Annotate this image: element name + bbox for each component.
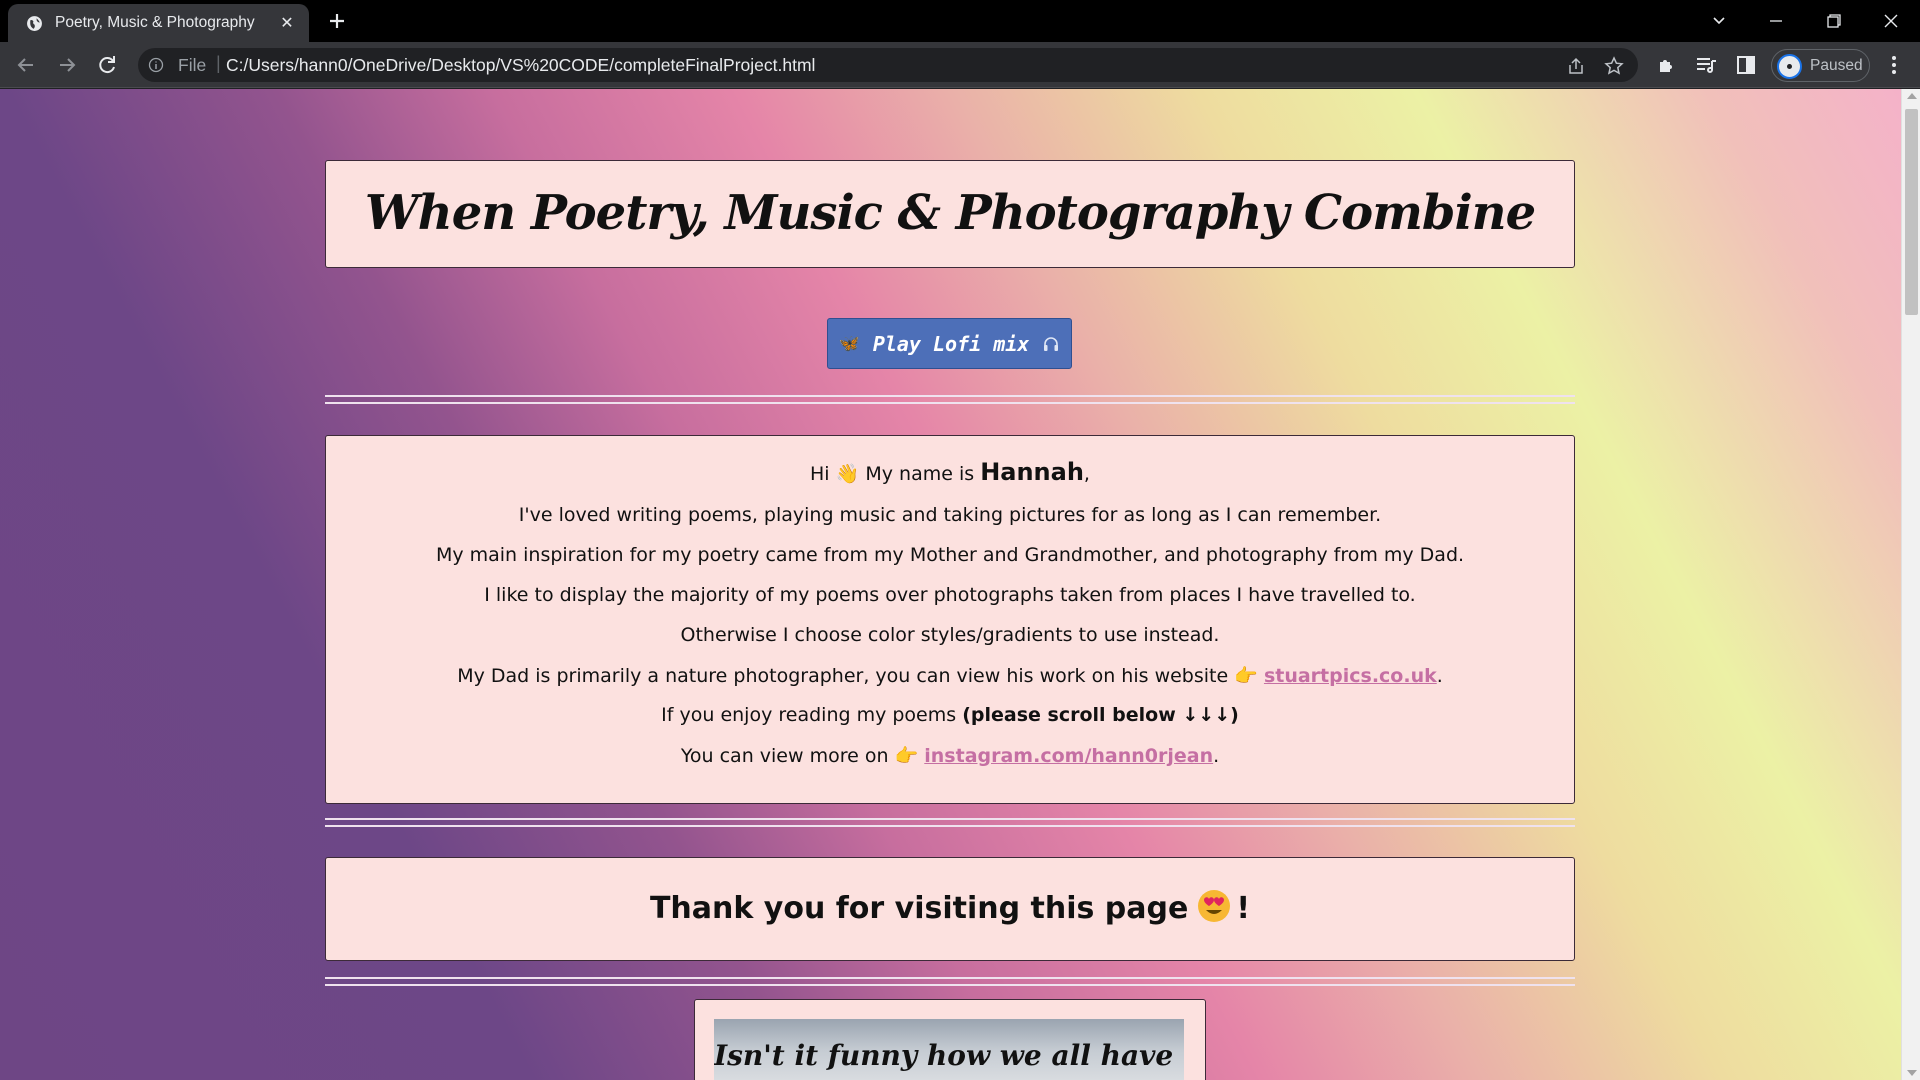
kebab-menu-icon[interactable]: [1884, 54, 1904, 76]
thanks-text: Thank you for visiting this page: [649, 891, 1189, 926]
header-box: When Poetry, Music & Photography Combine: [325, 160, 1575, 268]
tab-title: Poetry, Music & Photography: [55, 14, 255, 31]
dad-website-period: .: [1436, 665, 1443, 687]
forward-arrow-icon[interactable]: [55, 53, 79, 77]
browser-tab[interactable]: Poetry, Music & Photography ✕: [8, 4, 309, 42]
intro-line-gradients: Otherwise I choose color styles/gradient…: [680, 624, 1220, 646]
scroll-text: If you enjoy reading my poems: [661, 704, 957, 726]
instagram-period: .: [1213, 745, 1220, 767]
share-icon[interactable]: [1566, 56, 1586, 76]
heart-eyes-face-icon: [1198, 890, 1231, 922]
profile-status: Paused: [1810, 57, 1863, 74]
play-button-label: Play Lofi mix: [872, 332, 1030, 356]
scroll-hint: (please scroll below ↓↓↓): [962, 704, 1239, 726]
poem-caption: Isn't it funny how we all have the: [714, 1039, 1184, 1072]
intro-line-loves: I've loved writing poems, playing music …: [518, 504, 1382, 526]
intro-box: Hi 👋 My name is Hannah, I've loved writi…: [325, 435, 1575, 804]
address-bar[interactable]: File | C:/Users/hann0/OneDrive/Desktop/V…: [138, 48, 1638, 82]
url-separator: |: [216, 53, 221, 73]
headphones-icon: [1044, 337, 1059, 351]
play-button-content: 🦋 Play Lofi mix: [828, 332, 1071, 356]
play-lofi-button[interactable]: 🦋 Play Lofi mix: [827, 318, 1072, 369]
restore-icon[interactable]: [1819, 8, 1847, 34]
waving-hand-icon: 👋: [835, 463, 860, 485]
scroll-up-arrow-icon[interactable]: [1907, 93, 1917, 99]
tab-search-icon[interactable]: [1705, 8, 1733, 34]
poem-photo: Isn't it funny how we all have the: [714, 1019, 1184, 1080]
extensions-puzzle-icon[interactable]: [1656, 54, 1678, 76]
scrollbar-thumb[interactable]: [1905, 109, 1918, 315]
back-arrow-icon[interactable]: [14, 53, 38, 77]
greeting-mid: My name is: [865, 463, 975, 485]
butterfly-icon: 🦋: [838, 334, 860, 354]
reload-icon[interactable]: [95, 53, 119, 77]
page-scrollbar[interactable]: [1901, 89, 1920, 1080]
intro-line-scroll: If you enjoy reading my poems (please sc…: [326, 704, 1574, 726]
greeting-comma: ,: [1083, 463, 1090, 485]
author-name: Hannah: [980, 458, 1084, 486]
profile-avatar: [1777, 54, 1802, 79]
media-controls-icon[interactable]: [1695, 54, 1717, 76]
url-scheme-label: File: [178, 55, 207, 75]
close-window-icon[interactable]: [1877, 8, 1905, 34]
info-icon[interactable]: [148, 57, 164, 73]
page-viewport: When Poetry, Music & Photography Combine…: [0, 89, 1901, 1080]
section-divider: [325, 977, 1575, 986]
section-divider: [325, 395, 1575, 404]
scroll-down-arrow-icon[interactable]: [1907, 1070, 1917, 1076]
url-text[interactable]: C:/Users/hann0/OneDrive/Desktop/VS%20COD…: [226, 55, 815, 76]
browser-titlebar: Poetry, Music & Photography ✕: [0, 0, 1920, 42]
pointing-hand-icon: 👉: [894, 745, 919, 767]
pointing-hand-icon: 👉: [1234, 665, 1258, 687]
thanks-box: Thank you for visiting this page !: [325, 857, 1575, 961]
page-title: When Poetry, Music & Photography Combine: [364, 185, 1536, 241]
intro-line-display: I like to display the majority of my poe…: [484, 584, 1416, 606]
greeting-hi: Hi: [810, 463, 830, 485]
intro-line-dad-website: My Dad is primarily a nature photographe…: [326, 664, 1574, 687]
instagram-link[interactable]: instagram.com/hann0rjean: [924, 745, 1213, 767]
bookmark-star-icon[interactable]: [1604, 56, 1624, 76]
dad-website-link[interactable]: stuartpics.co.uk: [1264, 665, 1437, 687]
greeting-line: Hi 👋 My name is Hannah,: [326, 458, 1574, 486]
minimize-icon[interactable]: [1762, 8, 1790, 34]
intro-line-instagram: You can view more on 👉 instagram.com/han…: [326, 744, 1574, 767]
tab-close-icon[interactable]: ✕: [277, 13, 297, 33]
thanks-exclaim: !: [1236, 891, 1251, 926]
new-tab-icon[interactable]: [325, 9, 349, 33]
globe-icon: [27, 16, 42, 31]
intro-line-inspiration: My main inspiration for my poetry came f…: [435, 544, 1465, 566]
side-panel-icon[interactable]: [1735, 54, 1757, 76]
profile-button[interactable]: Paused: [1771, 49, 1870, 82]
section-divider: [325, 818, 1575, 827]
dad-website-text: My Dad is primarily a nature photographe…: [457, 665, 1229, 687]
thanks-heading: Thank you for visiting this page !: [326, 888, 1574, 926]
browser-toolbar: File | C:/Users/hann0/OneDrive/Desktop/V…: [0, 42, 1920, 88]
instagram-text: You can view more on: [680, 745, 889, 767]
poem-card: Isn't it funny how we all have the: [694, 999, 1206, 1080]
